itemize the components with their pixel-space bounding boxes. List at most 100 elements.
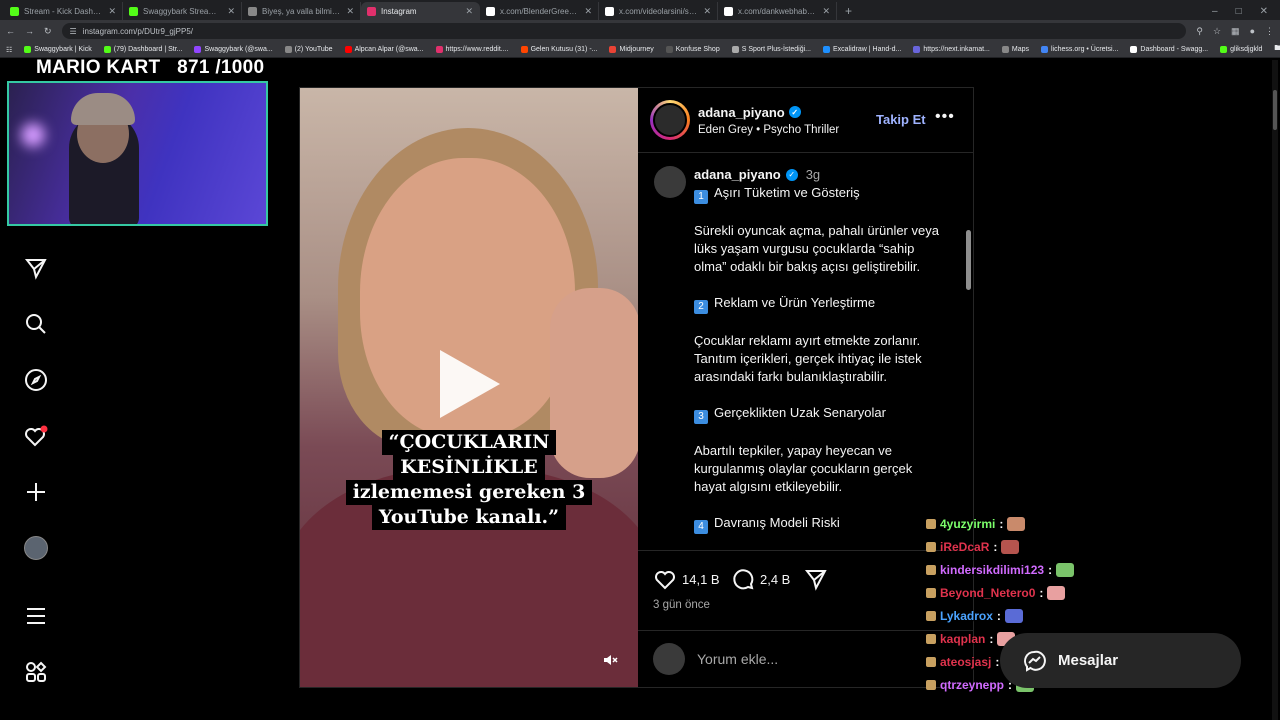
video-caption-line: KESİNLİKLE [393, 455, 545, 480]
reel-video[interactable]: “ÇOCUKLARIN KESİNLİKLE izlememesi gereke… [300, 88, 638, 687]
bookmark-item[interactable]: Alpcan Alpar (@swa... [344, 46, 424, 53]
like-button[interactable]: 14,1 B [653, 567, 720, 591]
create-plus-icon[interactable] [18, 474, 54, 510]
stream-goal-overlay: MARIO KART 871 /1000 [36, 57, 264, 79]
video-caption-line: izlememesi gereken 3 [345, 480, 593, 505]
bookmark-item[interactable]: lichess.org • Ücretsi... [1041, 46, 1118, 53]
play-icon[interactable] [440, 350, 500, 418]
url-field[interactable]: ☰ instagram.com/p/DUtr9_gjPP5/ [61, 23, 1187, 39]
all-bookmarks-folder[interactable]: 🖿Tüm Yer İşaretleri [1274, 44, 1280, 55]
search-icon[interactable] [18, 306, 54, 342]
chat-badge-icon [926, 587, 936, 598]
caption-scroll-area[interactable]: adana_piyano ✓ 3g 1 Aşırı Tüketim ve Göst… [638, 154, 973, 550]
profile-icon[interactable]: ● [1250, 26, 1255, 36]
bookmark-item[interactable]: https://next.inkamat... [913, 46, 990, 53]
back-icon[interactable]: ← [6, 26, 15, 36]
maximize-icon[interactable]: □ [1236, 6, 1242, 17]
also-from-meta-icon[interactable] [18, 654, 54, 690]
caption-author-avatar[interactable] [654, 166, 686, 198]
follow-button[interactable]: Takip Et [876, 112, 926, 127]
bookmarks-bar: ☷ Swaggybark | Kick (79) Dashboard | Str..… [0, 42, 1280, 58]
close-tab-icon[interactable]: ✕ [108, 6, 116, 17]
chat-username: iReDcaR [940, 539, 990, 554]
bookmark-star-icon[interactable]: ☆ [1213, 26, 1221, 37]
zoom-icon[interactable]: ⚲ [1196, 26, 1203, 37]
bookmark-item[interactable]: S Sport Plus-İstediği... [731, 46, 811, 53]
tab-favicon-icon [724, 6, 733, 16]
bookmark-item[interactable]: Konfuse Shop [665, 46, 720, 53]
more-options-icon[interactable]: ••• [935, 108, 955, 126]
minimize-icon[interactable]: – [1212, 6, 1218, 17]
browser-tab[interactable]: Stream - Kick Dashboard ✕ [4, 2, 123, 20]
new-tab-icon[interactable]: + [837, 2, 860, 20]
close-tab-icon[interactable]: ✕ [346, 6, 354, 17]
chat-badge-icon [926, 679, 936, 690]
chat-badge-icon [926, 633, 936, 644]
comment-placeholder[interactable]: Yorum ekle... [697, 651, 778, 667]
chat-username: ateosjasj [940, 654, 992, 669]
bookmark-item[interactable]: Swaggybark | Kick [24, 46, 92, 53]
close-tab-icon[interactable]: ✕ [465, 6, 473, 17]
forward-icon[interactable]: → [25, 26, 34, 36]
post-header: adana_piyano ✓ Eden Grey • Psycho Thrille… [638, 88, 973, 153]
more-menu-icon[interactable] [18, 598, 54, 634]
comment-box[interactable]: Yorum ekle... [638, 630, 973, 687]
messages-button[interactable]: Mesajlar [1000, 633, 1241, 688]
tab-title: x.com/BlenderGreen_/status/20... [500, 6, 580, 16]
reload-icon[interactable]: ↻ [44, 26, 52, 37]
profile-avatar-icon[interactable] [18, 530, 54, 566]
bookmark-item[interactable]: gliksdjgkld [1220, 46, 1262, 53]
browser-tab[interactable]: Instagram ✕ [361, 2, 480, 20]
bookmark-item[interactable]: (79) Dashboard | Str... [103, 46, 182, 53]
chat-badge-icon [926, 518, 936, 529]
close-tab-icon[interactable]: ✕ [703, 6, 711, 17]
bookmark-item[interactable]: Excalidraw | Hand-d... [822, 46, 901, 53]
chat-separator: : [996, 608, 1001, 623]
audio-track[interactable]: Eden Grey • Psycho Thriller [698, 124, 839, 136]
bookmark-item[interactable]: (2) YouTube [284, 46, 333, 53]
menu-icon[interactable]: ⋮ [1265, 26, 1274, 37]
bookmark-label: lichess.org • Ücretsi... [1051, 46, 1119, 53]
tab-favicon-icon [605, 6, 614, 16]
tab-favicon-icon [248, 6, 257, 16]
page-scrollbar[interactable] [1272, 60, 1278, 720]
apps-grid-icon[interactable]: ☷ [6, 46, 12, 54]
comment-button[interactable]: 2,4 B [731, 567, 790, 591]
window-close-icon[interactable]: ✕ [1260, 6, 1268, 17]
close-tab-icon[interactable]: ✕ [227, 6, 235, 17]
browser-tab[interactable]: Swaggybark Stream - Watch Li... ✕ [123, 2, 242, 20]
caption-section-heading: 3 Gerçeklikten Uzak Senaryolar [694, 404, 946, 424]
share-button[interactable] [804, 567, 828, 591]
chat-badge-icon [926, 656, 936, 667]
author-username[interactable]: adana_piyano [698, 105, 785, 120]
extensions-icon[interactable]: ▦ [1231, 26, 1240, 37]
caption-paragraph: Abartılı tepkiler, yapay heyecan ve kurg… [694, 443, 913, 494]
close-tab-icon[interactable]: ✕ [822, 6, 830, 17]
bookmark-item[interactable]: https://www.reddit.... [435, 46, 509, 53]
mute-icon[interactable] [602, 652, 618, 668]
close-tab-icon[interactable]: ✕ [584, 6, 592, 17]
author-avatar[interactable] [650, 100, 690, 140]
chat-username: Lykadrox [940, 608, 993, 623]
bookmark-favicon-icon [665, 46, 673, 53]
bookmark-item[interactable]: Dashboard - Swagg... [1130, 46, 1208, 53]
tab-title: Biyeş, ya valla bilmiyorum. Bazı... [262, 6, 341, 16]
direct-send-icon[interactable] [18, 250, 54, 286]
explore-compass-icon[interactable] [18, 362, 54, 398]
browser-tab[interactable]: Biyeş, ya valla bilmiyorum. Bazı... ✕ [242, 2, 361, 20]
bookmark-favicon-icon [520, 46, 528, 53]
browser-tab-strip: Stream - Kick Dashboard✕Swaggybark Strea… [0, 0, 1280, 20]
browser-tab[interactable]: x.com/videolarsini/status/2023... ✕ [599, 2, 718, 20]
tab-favicon-icon [10, 6, 19, 16]
caption-section-heading: 1 Aşırı Tüketim ve Gösteriş [694, 184, 946, 204]
caption-username[interactable]: adana_piyano [694, 166, 781, 184]
site-info-icon[interactable]: ☰ [70, 27, 77, 36]
bookmark-item[interactable]: Gelen Kutusu (31) -... [520, 46, 597, 53]
bookmark-item[interactable]: Swaggybark (@swa... [194, 46, 273, 53]
caption-scrollbar[interactable] [966, 230, 971, 290]
browser-tab[interactable]: x.com/BlenderGreen_/status/20... ✕ [480, 2, 599, 20]
bookmark-item[interactable]: Midjourney [609, 46, 654, 53]
bookmark-item[interactable]: Maps [1001, 46, 1029, 53]
notifications-heart-icon[interactable] [18, 418, 54, 454]
browser-tab[interactable]: x.com/dankwebhaber/status/20... ✕ [718, 2, 837, 20]
